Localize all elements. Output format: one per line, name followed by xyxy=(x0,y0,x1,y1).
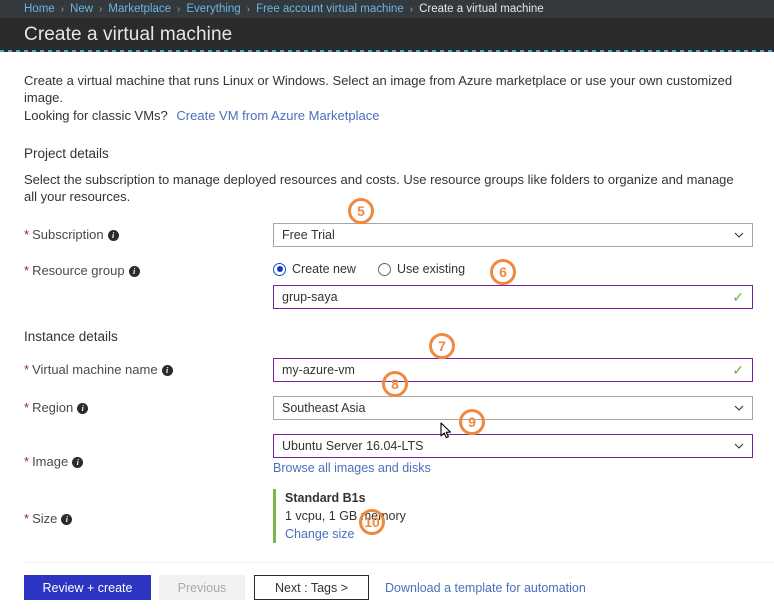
resource-group-row: * Resource group i Create new Use existing… xyxy=(0,259,774,309)
chevron-down-icon xyxy=(734,405,744,411)
required-asterisk: * xyxy=(24,263,30,278)
footer-divider xyxy=(24,562,774,563)
project-details-description: Select the subscription to manage deploy… xyxy=(24,172,734,204)
breadcrumb-item-everything[interactable]: Everything xyxy=(186,3,240,15)
breadcrumb-item-new[interactable]: New xyxy=(70,3,93,15)
vm-name-label-text: Virtual machine name xyxy=(32,362,158,377)
vm-name-label: * Virtual machine name i xyxy=(24,358,273,378)
radio-mark-icon xyxy=(377,262,391,276)
radio-create-new[interactable]: Create new xyxy=(273,262,356,276)
image-dropdown[interactable]: Ubuntu Server 16.04-LTS xyxy=(273,434,753,458)
breadcrumb-item-marketplace[interactable]: Marketplace xyxy=(108,3,171,15)
image-field-column: Ubuntu Server 16.04-LTS Browse all image… xyxy=(273,434,753,475)
review-create-button[interactable]: Review + create xyxy=(24,575,151,600)
size-name: Standard B1s xyxy=(285,491,366,505)
download-template-link[interactable]: Download a template for automation xyxy=(385,581,586,595)
main-content: Create a virtual machine that runs Linux… xyxy=(0,52,774,550)
vm-name-input[interactable]: my-azure-vm ✓ xyxy=(273,358,753,382)
intro-line-2-text: Looking for classic VMs? xyxy=(24,108,168,123)
chevron-down-icon xyxy=(734,232,744,238)
resource-group-value: grup-saya xyxy=(282,290,338,304)
breadcrumb-separator: › xyxy=(60,3,65,15)
required-asterisk: * xyxy=(24,454,30,469)
subscription-label-text: Subscription xyxy=(32,227,104,242)
size-row: * Size i Standard B1s 1 vcpu, 1 GB memory … xyxy=(0,489,774,543)
required-asterisk: * xyxy=(24,511,30,526)
size-label: * Size i xyxy=(24,489,273,527)
breadcrumb: Home › New › Marketplace › Everything › … xyxy=(0,0,774,18)
subscription-field-column: Free Trial xyxy=(273,223,753,247)
resource-group-label: * Resource group i xyxy=(24,259,273,279)
resource-group-field-column: Create new Use existing grup-saya ✓ xyxy=(273,259,753,309)
breadcrumb-separator: › xyxy=(409,3,414,15)
vm-name-value: my-azure-vm xyxy=(282,363,355,377)
next-tags-button[interactable]: Next : Tags > xyxy=(254,575,369,600)
radio-mark-icon xyxy=(273,262,286,276)
subscription-dropdown[interactable]: Free Trial xyxy=(273,223,753,247)
vm-name-field-column: my-azure-vm ✓ xyxy=(273,358,753,382)
region-value: Southeast Asia xyxy=(282,401,366,415)
breadcrumb-separator: › xyxy=(99,3,103,15)
size-spec: 1 vcpu, 1 GB memory xyxy=(285,509,406,523)
info-icon[interactable]: i xyxy=(107,230,119,241)
breadcrumb-separator: › xyxy=(246,3,251,15)
instance-details-heading: Instance details xyxy=(24,329,118,344)
image-label: * Image i xyxy=(24,434,273,470)
subscription-label: * Subscription i xyxy=(24,223,273,243)
info-icon[interactable]: i xyxy=(161,365,173,376)
image-label-text: Image xyxy=(32,454,69,469)
required-asterisk: * xyxy=(24,400,30,415)
browse-all-images-link[interactable]: Browse all images and disks xyxy=(273,461,753,475)
resource-group-input[interactable]: grup-saya ✓ xyxy=(273,285,753,309)
info-icon[interactable]: i xyxy=(77,403,89,414)
previous-button[interactable]: Previous xyxy=(159,575,245,600)
info-icon[interactable]: i xyxy=(61,514,73,525)
page-title: Create a virtual machine xyxy=(24,24,233,45)
breadcrumb-item-current: Create a virtual machine xyxy=(419,3,544,15)
required-asterisk: * xyxy=(24,227,30,242)
image-value: Ubuntu Server 16.04-LTS xyxy=(282,439,424,453)
region-label: * Region i xyxy=(24,396,273,416)
intro-line-2: Looking for classic VMs? Create VM from … xyxy=(24,107,750,124)
region-dropdown[interactable]: Southeast Asia xyxy=(273,396,753,420)
required-asterisk: * xyxy=(24,362,30,377)
valid-check-icon: ✓ xyxy=(732,362,744,378)
info-icon[interactable]: i xyxy=(72,457,84,468)
radio-create-new-label: Create new xyxy=(292,262,356,276)
breadcrumb-separator: › xyxy=(177,3,181,15)
resource-group-radio-group: Create new Use existing xyxy=(273,259,753,279)
subscription-value: Free Trial xyxy=(282,228,335,242)
breadcrumb-item-free-account-virtual-machine[interactable]: Free account virtual machine xyxy=(256,3,404,15)
project-details-heading: Project details xyxy=(24,146,109,161)
region-field-column: Southeast Asia xyxy=(273,396,753,420)
region-row: * Region i Southeast Asia xyxy=(0,396,774,420)
create-vm-from-marketplace-link[interactable]: Create VM from Azure Marketplace xyxy=(176,108,379,123)
radio-use-existing[interactable]: Use existing xyxy=(377,262,466,276)
change-size-link[interactable]: Change size xyxy=(285,525,753,543)
vm-name-row: * Virtual machine name i my-azure-vm ✓ xyxy=(0,358,774,382)
resource-group-label-text: Resource group xyxy=(32,263,125,278)
footer-action-bar: Review + create Previous Next : Tags > D… xyxy=(0,575,774,600)
breadcrumb-item-home[interactable]: Home xyxy=(24,3,55,15)
image-row: * Image i Ubuntu Server 16.04-LTS Browse a… xyxy=(0,434,774,475)
valid-check-icon: ✓ xyxy=(732,289,744,305)
info-icon[interactable]: i xyxy=(128,266,140,277)
region-label-text: Region xyxy=(32,400,74,415)
size-panel: Standard B1s 1 vcpu, 1 GB memory Change … xyxy=(273,489,753,543)
chevron-down-icon xyxy=(734,443,744,449)
size-label-text: Size xyxy=(32,511,58,526)
radio-use-existing-label: Use existing xyxy=(396,262,466,276)
subscription-row: * Subscription i Free Trial xyxy=(0,223,774,247)
size-field-column: Standard B1s 1 vcpu, 1 GB memory Change … xyxy=(273,489,753,543)
intro-line-1: Create a virtual machine that runs Linux… xyxy=(24,73,733,105)
intro-text: Create a virtual machine that runs Linux… xyxy=(0,72,774,124)
page-header: Home › New › Marketplace › Everything › … xyxy=(0,0,774,52)
